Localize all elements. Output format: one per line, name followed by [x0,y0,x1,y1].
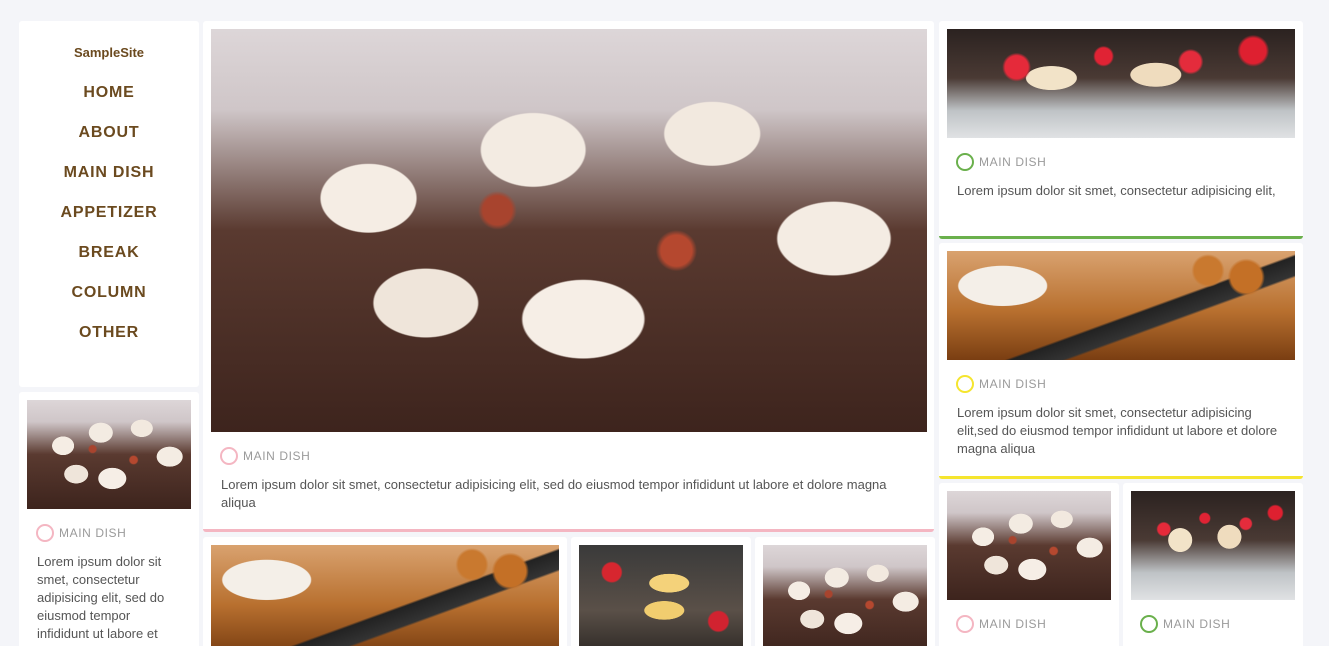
category-circle-icon [1140,615,1158,633]
nav-item-other[interactable]: OTHER [79,324,139,341]
sidebar-nav: SampleSite HOME ABOUT MAIN DISH APPETIZE… [19,21,199,387]
category-label[interactable]: MAIN DISH [979,377,1046,391]
category-circle-icon [220,447,238,465]
category-circle-icon [956,153,974,171]
category-label[interactable]: MAIN DISH [979,617,1046,631]
post-image-strawberry-tarts[interactable] [1131,491,1295,600]
category-circle-icon [956,375,974,393]
post-meta: MAIN DISH [220,447,310,465]
post-image-strawberry-tarts[interactable] [947,29,1295,138]
post-image-cupcakes[interactable] [947,491,1111,600]
category-label[interactable]: MAIN DISH [59,526,126,540]
nav-item-about[interactable]: ABOUT [79,124,140,141]
post-meta: MAIN DISH [956,375,1046,393]
category-circle-icon [36,524,54,542]
category-label[interactable]: MAIN DISH [1163,617,1230,631]
post-image-strawberry-eclairs[interactable] [579,545,743,646]
post-image-cupcakes[interactable] [27,400,191,509]
post-excerpt: Lorem ipsum dolor sit smet, consectetur … [957,183,1276,198]
nav-item-home[interactable]: HOME [83,84,134,101]
nav-item-break[interactable]: BREAK [79,244,140,261]
post-excerpt: Lorem ipsum dolor sit smet, consectetur … [957,405,1278,456]
post-image-cupcakes[interactable] [763,545,927,646]
post-card-right-3[interactable]: MAIN DISH [939,483,1119,646]
post-card-bottom-2[interactable] [571,537,751,646]
post-image-cupcakes[interactable] [211,29,927,432]
nav-item-column[interactable]: COLUMN [71,284,146,301]
post-card-right-4[interactable]: MAIN DISH [1123,483,1303,646]
post-card-bottom-1[interactable] [203,537,567,646]
category-circle-icon [956,615,974,633]
post-meta: MAIN DISH [1140,615,1230,633]
post-meta: MAIN DISH [956,153,1046,171]
post-excerpt: Lorem ipsum dolor sit smet, consectetur … [37,554,165,641]
post-meta: MAIN DISH [36,524,126,542]
post-card-right-2[interactable]: MAIN DISH Lorem ipsum dolor sit smet, co… [939,243,1303,479]
nav-item-appetizer[interactable]: APPETIZER [61,204,158,221]
post-card-sidebar[interactable]: MAIN DISH Lorem ipsum dolor sit smet, co… [19,392,199,646]
category-label[interactable]: MAIN DISH [979,155,1046,169]
post-meta: MAIN DISH [956,615,1046,633]
nav-item-main-dish[interactable]: MAIN DISH [64,164,155,181]
post-card-bottom-3[interactable] [755,537,935,646]
category-label[interactable]: MAIN DISH [243,449,310,463]
post-image-tea-and-ereader[interactable] [211,545,559,646]
nav-menu: HOME ABOUT MAIN DISH APPETIZER BREAK COL… [19,84,199,366]
site-logo[interactable]: SampleSite [19,45,199,60]
post-image-tea-and-ereader[interactable] [947,251,1295,360]
post-excerpt: Lorem ipsum dolor sit smet, consectetur … [221,477,887,510]
post-card-right-1[interactable]: MAIN DISH Lorem ipsum dolor sit smet, co… [939,21,1303,239]
post-card-featured[interactable]: MAIN DISH Lorem ipsum dolor sit smet, co… [203,21,934,532]
